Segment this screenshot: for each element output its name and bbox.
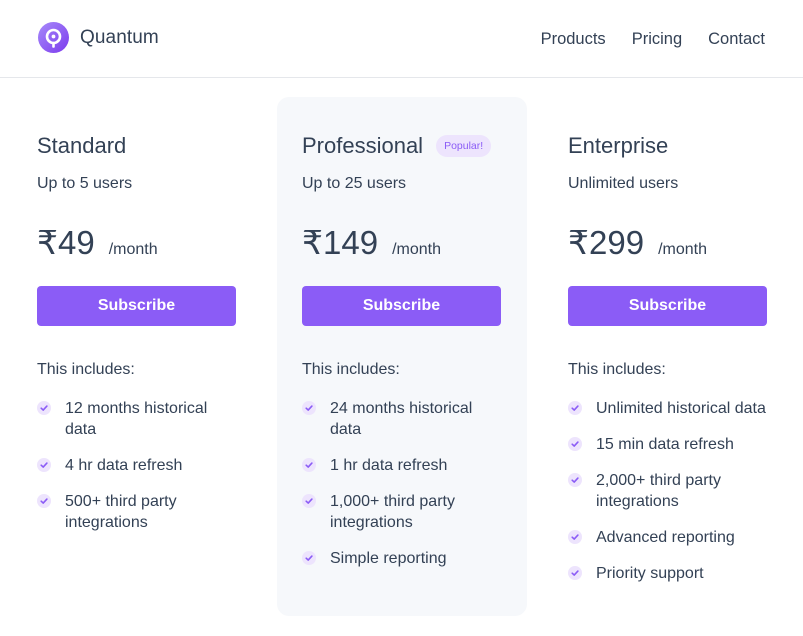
feature-list: 12 months historical data 4 hr data refr… [37, 398, 237, 548]
feature-item: 24 months historical data [302, 398, 502, 440]
plan-price: ₹299 [568, 224, 645, 261]
feature-item: 2,000+ third party integrations [568, 470, 768, 512]
nav-products[interactable]: Products [541, 30, 606, 49]
nav-contact[interactable]: Contact [708, 30, 765, 49]
price-period: /month [392, 241, 441, 258]
plan-users: Up to 5 users [37, 175, 133, 192]
feature-item: Simple reporting [302, 548, 502, 569]
brand-logo[interactable]: Quantum [38, 22, 159, 53]
plan-title: Professional [302, 133, 424, 158]
subscribe-button[interactable]: Subscribe [302, 286, 501, 326]
price-row: ₹149 /month [302, 223, 441, 262]
feature-text: Advanced reporting [596, 529, 735, 546]
popular-badge: Popular! [436, 135, 492, 157]
feature-text: Priority support [596, 565, 704, 582]
check-icon [568, 530, 582, 544]
check-icon [568, 437, 582, 451]
plan-users: Unlimited users [568, 175, 679, 192]
price-row: ₹299 /month [568, 223, 707, 262]
feature-text: 24 months historical data [330, 400, 473, 438]
feature-item: 1,000+ third party integrations [302, 491, 502, 533]
plan-name: Professional Popular! [302, 133, 492, 159]
main-nav: Products Pricing Contact [541, 30, 765, 49]
plan-users: Up to 25 users [302, 175, 407, 192]
feature-text: Simple reporting [330, 550, 447, 567]
check-icon [568, 401, 582, 415]
plan-name: Standard [37, 133, 126, 159]
feature-text: 2,000+ third party integrations [596, 472, 721, 510]
feature-item: 500+ third party integrations [37, 491, 237, 533]
feature-item: 12 months historical data [37, 398, 237, 440]
check-icon [37, 458, 51, 472]
check-icon [568, 566, 582, 580]
feature-list: Unlimited historical data 15 min data re… [568, 398, 768, 599]
feature-text: Unlimited historical data [596, 400, 766, 417]
feature-item: 15 min data refresh [568, 434, 768, 455]
feature-text: 1,000+ third party integrations [330, 493, 455, 531]
feature-list: 24 months historical data 1 hr data refr… [302, 398, 502, 584]
feature-item: Advanced reporting [568, 527, 768, 548]
check-icon [302, 401, 316, 415]
feature-item: Priority support [568, 563, 768, 584]
feature-item: 1 hr data refresh [302, 455, 502, 476]
site-header: Quantum Products Pricing Contact [0, 0, 803, 78]
plan-name: Enterprise [568, 133, 668, 159]
plan-title: Standard [37, 133, 127, 158]
price-period: /month [108, 241, 158, 258]
plan-price: ₹49 [37, 224, 95, 261]
includes-heading: This includes: [568, 361, 666, 378]
nav-pricing[interactable]: Pricing [632, 30, 682, 49]
feature-item: 4 hr data refresh [37, 455, 237, 476]
feature-text: 500+ third party integrations [65, 493, 177, 531]
price-period: /month [658, 241, 707, 258]
feature-item: Unlimited historical data [568, 398, 768, 419]
subscribe-button[interactable]: Subscribe [568, 286, 767, 326]
check-icon [302, 551, 316, 565]
feature-text: 15 min data refresh [596, 436, 734, 453]
check-icon [37, 494, 51, 508]
check-icon [37, 401, 51, 415]
price-row: ₹49 /month [37, 223, 158, 262]
brand-name: Quantum [80, 26, 159, 48]
check-icon [302, 458, 316, 472]
check-icon [302, 494, 316, 508]
plan-price: ₹149 [302, 224, 379, 261]
subscribe-button[interactable]: Subscribe [37, 286, 236, 326]
includes-heading: This includes: [302, 361, 400, 378]
feature-text: 12 months historical data [65, 400, 208, 438]
quantum-logo-icon [38, 22, 69, 53]
feature-text: 4 hr data refresh [65, 457, 183, 474]
includes-heading: This includes: [37, 361, 135, 378]
check-icon [568, 473, 582, 487]
plan-title: Enterprise [568, 133, 669, 158]
feature-text: 1 hr data refresh [330, 457, 448, 474]
